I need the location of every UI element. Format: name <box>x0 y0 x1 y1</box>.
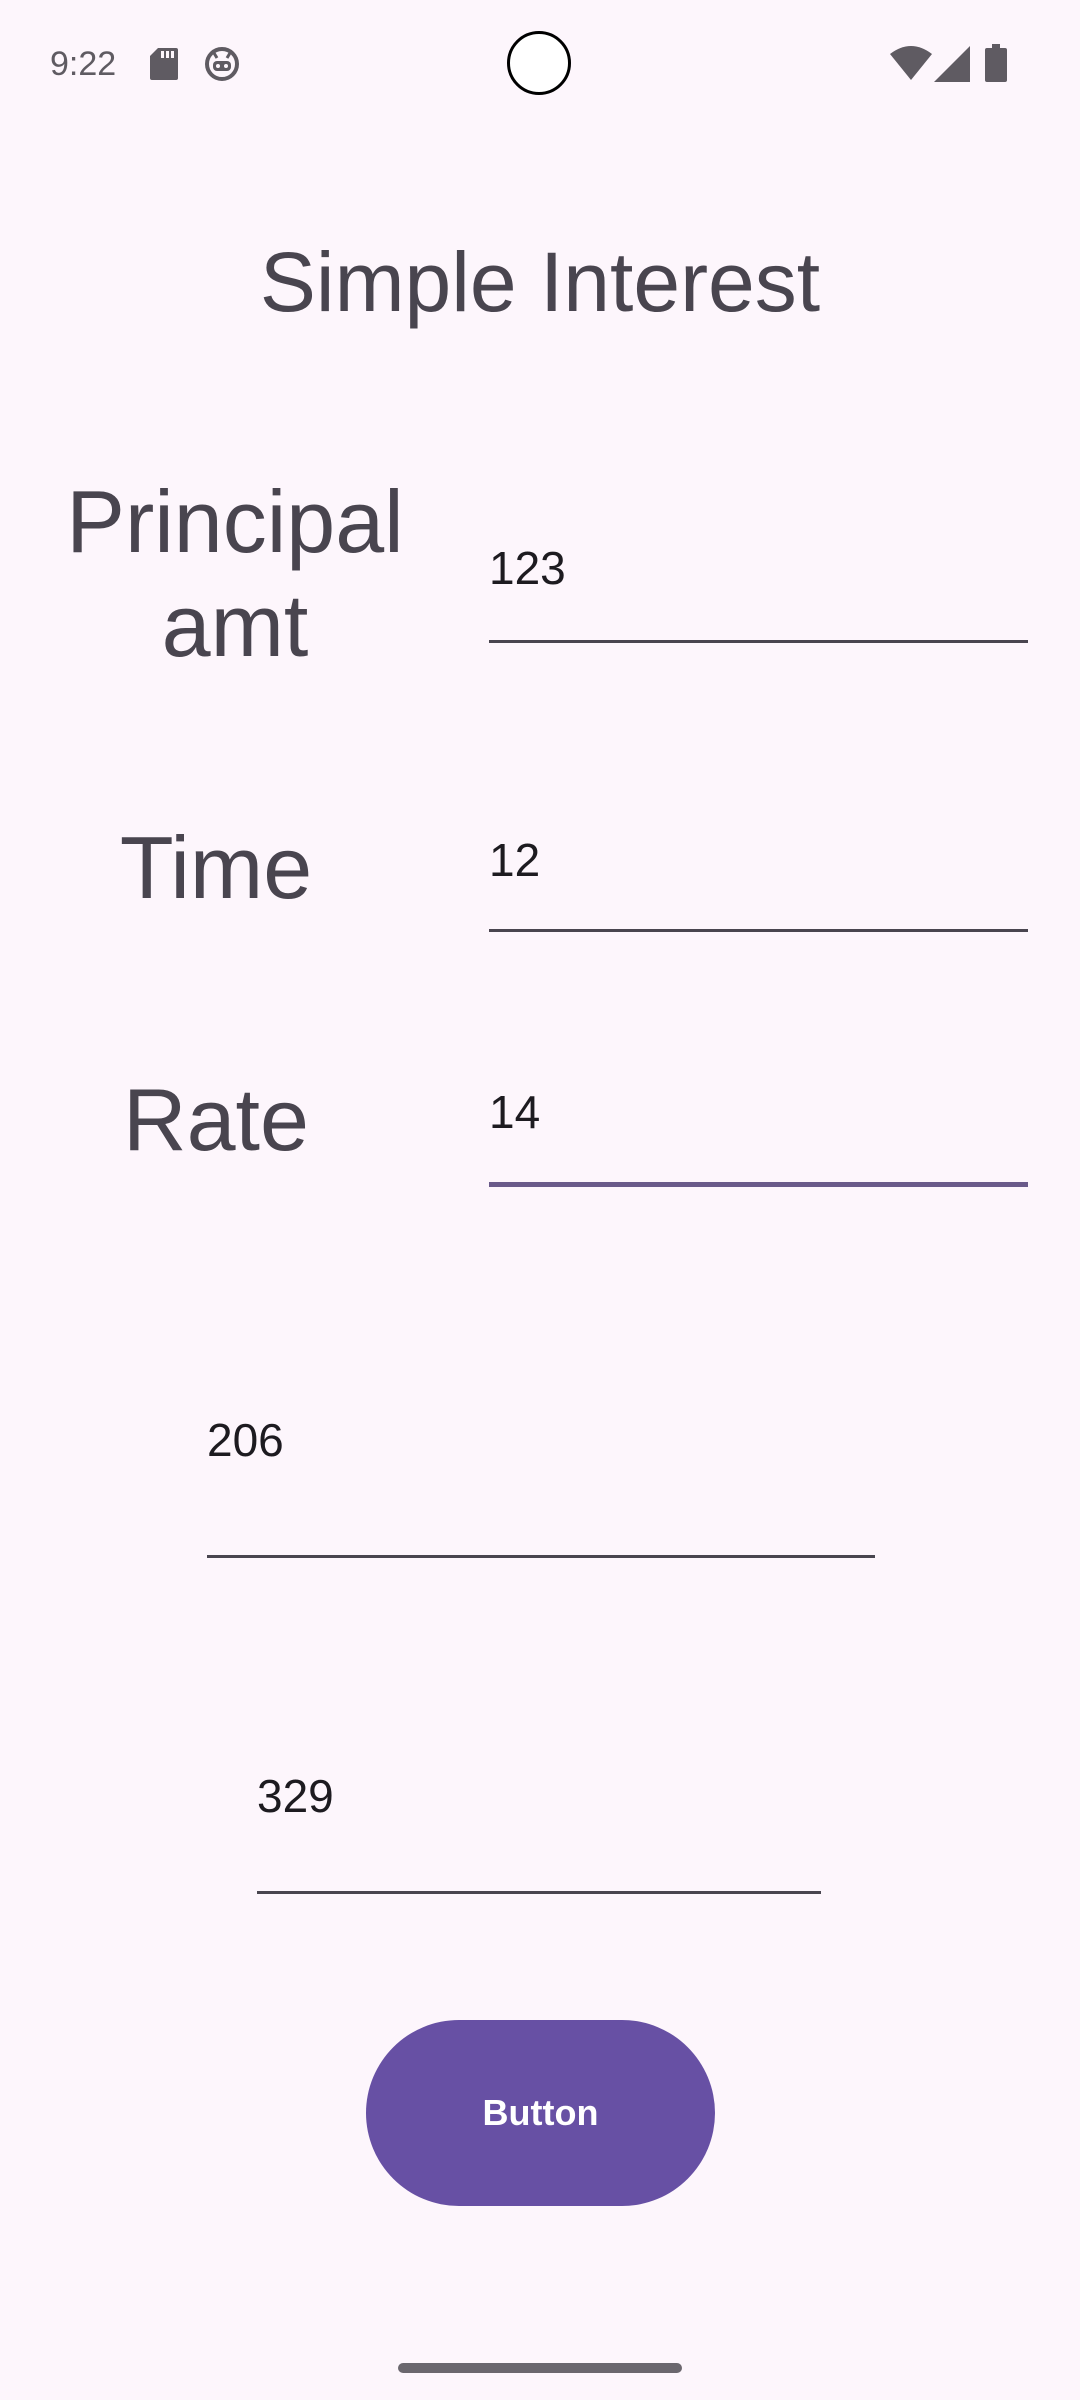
status-time: 9:22 <box>50 45 117 83</box>
calculate-button[interactable]: Button <box>366 2020 715 2206</box>
battery-icon <box>985 44 1007 82</box>
android-face-icon <box>205 47 239 81</box>
rate-label: Rate <box>123 1070 309 1169</box>
signal-icon <box>934 46 970 82</box>
status-bar: 9:22 <box>0 0 1080 130</box>
sd-card-icon <box>150 48 178 80</box>
interest-output-field[interactable] <box>207 1400 875 1558</box>
principal-label: Principal amt <box>66 472 404 675</box>
page-title: Simple Interest <box>259 235 821 329</box>
gesture-handle[interactable] <box>398 2363 682 2373</box>
principal-input[interactable] <box>489 540 1028 643</box>
time-label: Time <box>119 818 313 917</box>
camera-cutout <box>507 31 571 95</box>
time-input[interactable] <box>489 830 1028 932</box>
wifi-icon <box>890 46 932 80</box>
rate-input[interactable] <box>489 1082 1028 1187</box>
total-output-field[interactable] <box>257 1760 821 1894</box>
